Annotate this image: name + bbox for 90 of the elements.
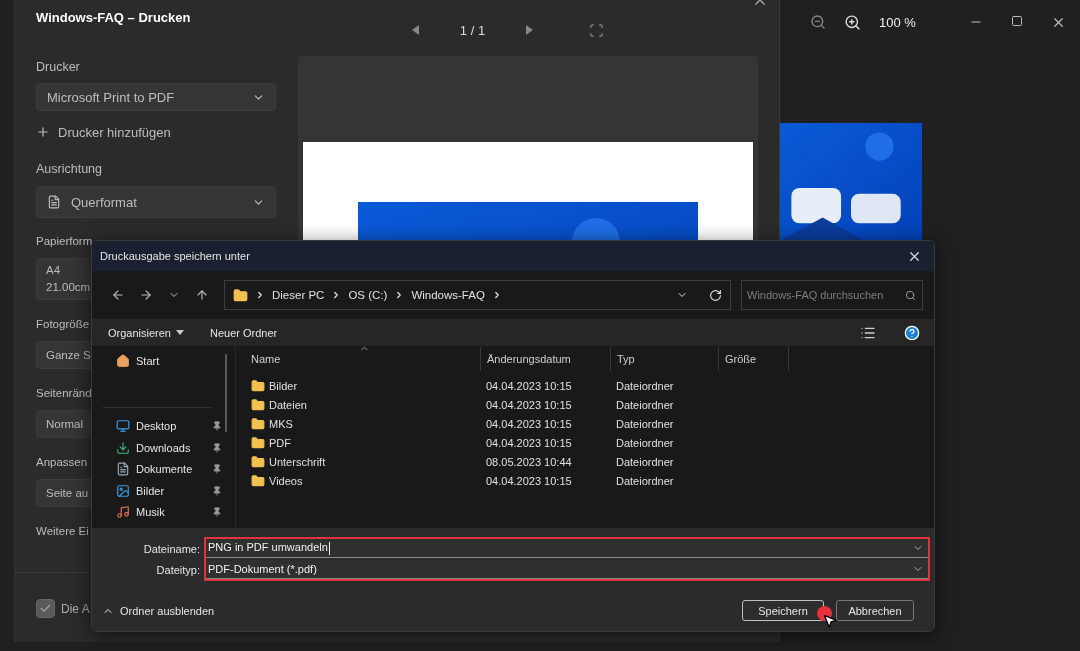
nav-item[interactable]: Musik xyxy=(92,501,222,523)
field-label: Ausrichtung xyxy=(36,161,102,178)
scrollbar[interactable] xyxy=(225,354,227,432)
field-label: Dateityp: xyxy=(156,563,200,576)
table-cell-text: Dateiordner xyxy=(615,436,675,449)
folder-icon xyxy=(251,454,265,469)
nav-item[interactable]: Start xyxy=(92,350,222,372)
file-name-cell[interactable]: Unterschrift xyxy=(251,454,480,469)
search-field[interactable]: Windows-FAQ durchsuchen xyxy=(741,280,923,310)
nav-item[interactable]: Bilder xyxy=(92,480,222,502)
nav-item[interactable]: Dokumente xyxy=(92,458,222,480)
table-cell-text: 04.04.2023 10:15 xyxy=(485,379,573,392)
table-cell-text: Dateiordner xyxy=(615,417,675,430)
more-settings-link[interactable]: Weitere Ei xyxy=(36,522,89,540)
column-header[interactable]: Änderungsdatum xyxy=(480,347,610,371)
orientation-select[interactable]: Querformat xyxy=(36,186,276,218)
home-icon xyxy=(116,353,130,368)
plus-icon xyxy=(36,125,50,139)
cancel-button[interactable]: Abbrechen xyxy=(836,600,914,621)
table-cell-text: Dateiordner xyxy=(615,379,675,392)
next-page-icon[interactable] xyxy=(525,25,534,35)
nav-item[interactable]: Desktop xyxy=(92,415,222,437)
table-cell-text: Dateiordner xyxy=(615,398,675,411)
file-name-cell[interactable]: Videos xyxy=(251,473,480,488)
dialog-title: Druckausgabe speichern unter xyxy=(100,250,251,262)
table-cell-text: Dateiordner xyxy=(615,455,675,468)
file-name-cell[interactable]: PDF xyxy=(251,435,480,450)
back-icon[interactable] xyxy=(111,288,125,302)
breadcrumb[interactable]: Dieser PC xyxy=(272,289,325,301)
forward-icon[interactable] xyxy=(139,288,153,302)
field-label: Anpassen xyxy=(36,455,88,470)
table-cell-text: 04.04.2023 10:15 xyxy=(485,436,573,449)
up-icon[interactable] xyxy=(195,288,209,302)
menu-button[interactable]: Organisieren xyxy=(108,326,184,339)
folder-icon xyxy=(251,397,265,412)
file-name-cell[interactable]: Bilder xyxy=(251,378,480,393)
page-indicator: 1 / 1 xyxy=(459,22,486,38)
checkbox[interactable] xyxy=(36,599,55,618)
breadcrumb[interactable]: OS (C:) xyxy=(348,289,388,301)
fit-page-icon[interactable] xyxy=(589,22,605,38)
download-icon xyxy=(116,440,130,455)
hide-folders-toggle[interactable]: Ordner ausblenden xyxy=(102,604,215,617)
column-header[interactable]: Größe xyxy=(718,347,789,371)
column-header[interactable]: Name xyxy=(251,347,480,371)
refresh-icon[interactable] xyxy=(709,288,722,302)
table-cell-text: 04.04.2023 10:15 xyxy=(485,474,573,487)
check-icon xyxy=(39,602,52,615)
file-name-field[interactable]: PNG in PDF umwandeln xyxy=(206,539,928,558)
music-icon xyxy=(116,505,130,520)
add-printer-link[interactable]: Drucker hinzufügen xyxy=(36,123,276,141)
toolbar-button[interactable]: Neuer Ordner xyxy=(210,326,278,339)
nav-item[interactable]: Downloads xyxy=(92,437,222,459)
field-label: Seitenränd xyxy=(36,386,92,401)
table-cell-text: 04.04.2023 10:15 xyxy=(485,398,573,411)
caret-icon xyxy=(176,330,184,335)
folder-icon xyxy=(251,378,265,393)
folder-icon xyxy=(251,416,265,431)
zoom-out-icon[interactable] xyxy=(810,14,826,30)
chevron-right-icon xyxy=(255,290,265,300)
checkbox-label: Die A xyxy=(61,601,90,616)
address-bar[interactable]: Dieser PC OS (C:) Windows-FAQ xyxy=(224,280,731,310)
field-label: Fotogröße xyxy=(36,317,90,332)
zoom-level: 100 % xyxy=(879,14,916,30)
desktop-icon xyxy=(116,419,130,434)
folder-icon xyxy=(233,287,248,303)
help-icon[interactable] xyxy=(904,324,920,341)
printer-select[interactable]: Microsoft Print to PDF xyxy=(36,83,276,111)
image-icon xyxy=(116,483,130,498)
column-header[interactable]: Typ xyxy=(610,347,718,371)
breadcrumb[interactable]: Windows-FAQ xyxy=(411,289,485,301)
table-cell-text: 04.04.2023 10:15 xyxy=(485,417,573,430)
file-name-cell[interactable]: Dateien xyxy=(251,397,480,412)
previous-page-icon[interactable] xyxy=(411,25,420,35)
save-button[interactable]: Speichern xyxy=(742,600,824,621)
cursor-icon xyxy=(822,613,838,629)
folder-icon xyxy=(251,435,265,450)
folder-icon xyxy=(251,473,265,488)
document-icon xyxy=(116,462,130,477)
field-label: Dateiname: xyxy=(143,542,200,555)
page-icon xyxy=(47,195,61,209)
file-name-cell[interactable]: MKS xyxy=(251,416,480,431)
field-label: Drucker xyxy=(36,59,80,76)
table-cell-text: Dateiordner xyxy=(615,474,675,487)
field-label: Papierform xyxy=(36,234,93,249)
table-cell-text: 08.05.2023 10:44 xyxy=(485,455,573,468)
search-icon xyxy=(905,289,916,301)
dialog-title: Windows-FAQ – Drucken xyxy=(36,10,192,26)
zoom-in-icon[interactable] xyxy=(844,13,861,31)
file-type-select[interactable]: PDF-Dokument (*.pdf) xyxy=(206,560,928,579)
maximize-icon[interactable] xyxy=(1011,14,1023,27)
